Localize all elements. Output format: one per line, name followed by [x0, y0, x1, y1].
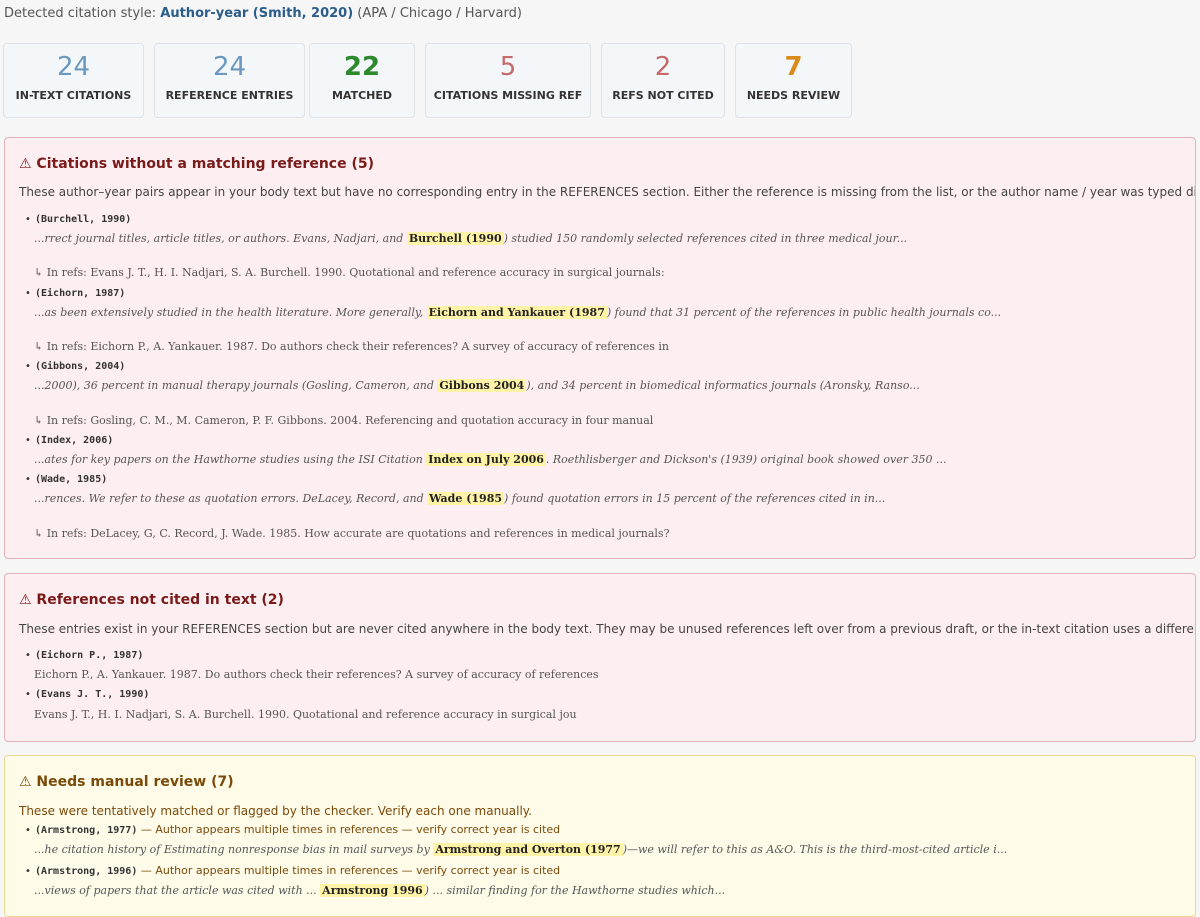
- stat-in-text-citations: 24 IN-TEXT CITATIONS: [3, 43, 144, 118]
- unused-references-section: ⚠ References not cited in text (2) These…: [4, 573, 1196, 742]
- review-note: — Author appears multiple times in refer…: [137, 823, 561, 836]
- stat-value: 2: [654, 52, 672, 82]
- section-description: These entries exist in your REFERENCES s…: [19, 622, 1196, 636]
- needs-review-section: ⚠ Needs manual review (7) These were ten…: [4, 755, 1196, 917]
- citation-context: ...views of papers that the article was …: [34, 884, 726, 897]
- citation-context: ...as been extensively studied in the he…: [34, 306, 1002, 319]
- citation-context: ...rrect journal titles, article titles,…: [34, 232, 908, 245]
- stat-needs-review: 7 NEEDS REVIEW: [735, 43, 852, 118]
- reference-text: Evans J. T., H. I. Nadjari, S. A. Burche…: [34, 708, 577, 721]
- missing-references-section: ⚠ Citations without a matching reference…: [4, 137, 1196, 559]
- stat-label: IN-TEXT CITATIONS: [15, 89, 132, 102]
- citation-highlight: Burchell (1990: [406, 232, 504, 245]
- stat-label: CITATIONS MISSING REF: [433, 89, 583, 102]
- review-note: — Author appears multiple times in refer…: [137, 864, 561, 877]
- review-key: • (Armstrong, 1996) — Author appears mult…: [25, 864, 561, 877]
- stat-reference-entries: 24 REFERENCE ENTRIES: [154, 43, 305, 118]
- citation-key: • (Gibbons, 2004): [25, 361, 126, 372]
- citation-highlight: Gibbons 2004: [437, 379, 527, 392]
- section-description: These were tentatively matched or flagge…: [19, 804, 532, 818]
- section-title: ⚠ Needs manual review (7): [19, 774, 234, 790]
- stat-label: REFERENCE ENTRIES: [165, 89, 294, 102]
- stat-value: 22: [343, 52, 381, 82]
- matching-ref-hint: ↳ In refs: Gosling, C. M., M. Cameron, P…: [34, 414, 654, 427]
- citation-highlight: Armstrong 1996: [320, 884, 425, 897]
- citation-context: ...ates for key papers on the Hawthorne …: [34, 453, 947, 466]
- citation-key: • (Burchell, 1990): [25, 214, 132, 225]
- matching-ref-hint: ↳ In refs: Eichorn P., A. Yankauer. 1987…: [34, 340, 669, 353]
- section-title: ⚠ References not cited in text (2): [19, 592, 284, 608]
- citation-highlight: Index on July 2006: [426, 453, 546, 466]
- stat-value: 5: [499, 52, 517, 82]
- detected-style-line: Detected citation style: Author-year (Sm…: [4, 6, 522, 21]
- citation-highlight: Eichorn and Yankauer (1987: [426, 306, 607, 319]
- citation-context: ...2000), 36 percent in manual therapy j…: [34, 379, 920, 392]
- citation-context: ...rences. We refer to these as quotatio…: [34, 492, 886, 505]
- stat-label: REFS NOT CITED: [612, 89, 714, 102]
- matching-ref-hint: ↳ In refs: DeLacey, G, C. Record, J. Wad…: [34, 527, 670, 540]
- citation-key: • (Eichorn, 1987): [25, 288, 126, 299]
- detected-style-name: Author-year (Smith, 2020): [160, 6, 354, 21]
- citation-key: • (Index, 2006): [25, 435, 114, 446]
- stat-value: 24: [56, 52, 91, 82]
- section-title: ⚠ Citations without a matching reference…: [19, 156, 374, 172]
- stat-refs-not-cited: 2 REFS NOT CITED: [601, 43, 725, 118]
- detected-style-prefix: Detected citation style:: [4, 6, 161, 21]
- detected-style-suffix: (APA / Chicago / Harvard): [353, 6, 522, 21]
- citation-highlight: Wade (1985: [427, 492, 505, 505]
- review-key: • (Armstrong, 1977) — Author appears mult…: [25, 823, 561, 836]
- stat-label: MATCHED: [331, 89, 393, 102]
- citation-context: ...he citation history of Estimating non…: [34, 843, 1008, 856]
- stat-value: 24: [212, 52, 247, 82]
- stat-label: NEEDS REVIEW: [746, 89, 841, 102]
- stat-value: 7: [784, 52, 803, 82]
- reference-key: • (Eichorn P., 1987): [25, 650, 144, 661]
- matching-ref-hint: ↳ In refs: Evans J. T., H. I. Nadjari, S…: [34, 266, 665, 279]
- citation-highlight: Armstrong and Overton (1977: [433, 843, 623, 856]
- stat-citations-missing-ref: 5 CITATIONS MISSING REF: [425, 43, 591, 118]
- citation-key: • (Wade, 1985): [25, 474, 108, 485]
- section-description: These author–year pairs appear in your b…: [19, 185, 1196, 199]
- reference-text: Eichorn P., A. Yankauer. 1987. Do author…: [34, 668, 599, 681]
- stat-matched: 22 MATCHED: [309, 43, 415, 118]
- reference-key: • (Evans J. T., 1990): [25, 689, 150, 700]
